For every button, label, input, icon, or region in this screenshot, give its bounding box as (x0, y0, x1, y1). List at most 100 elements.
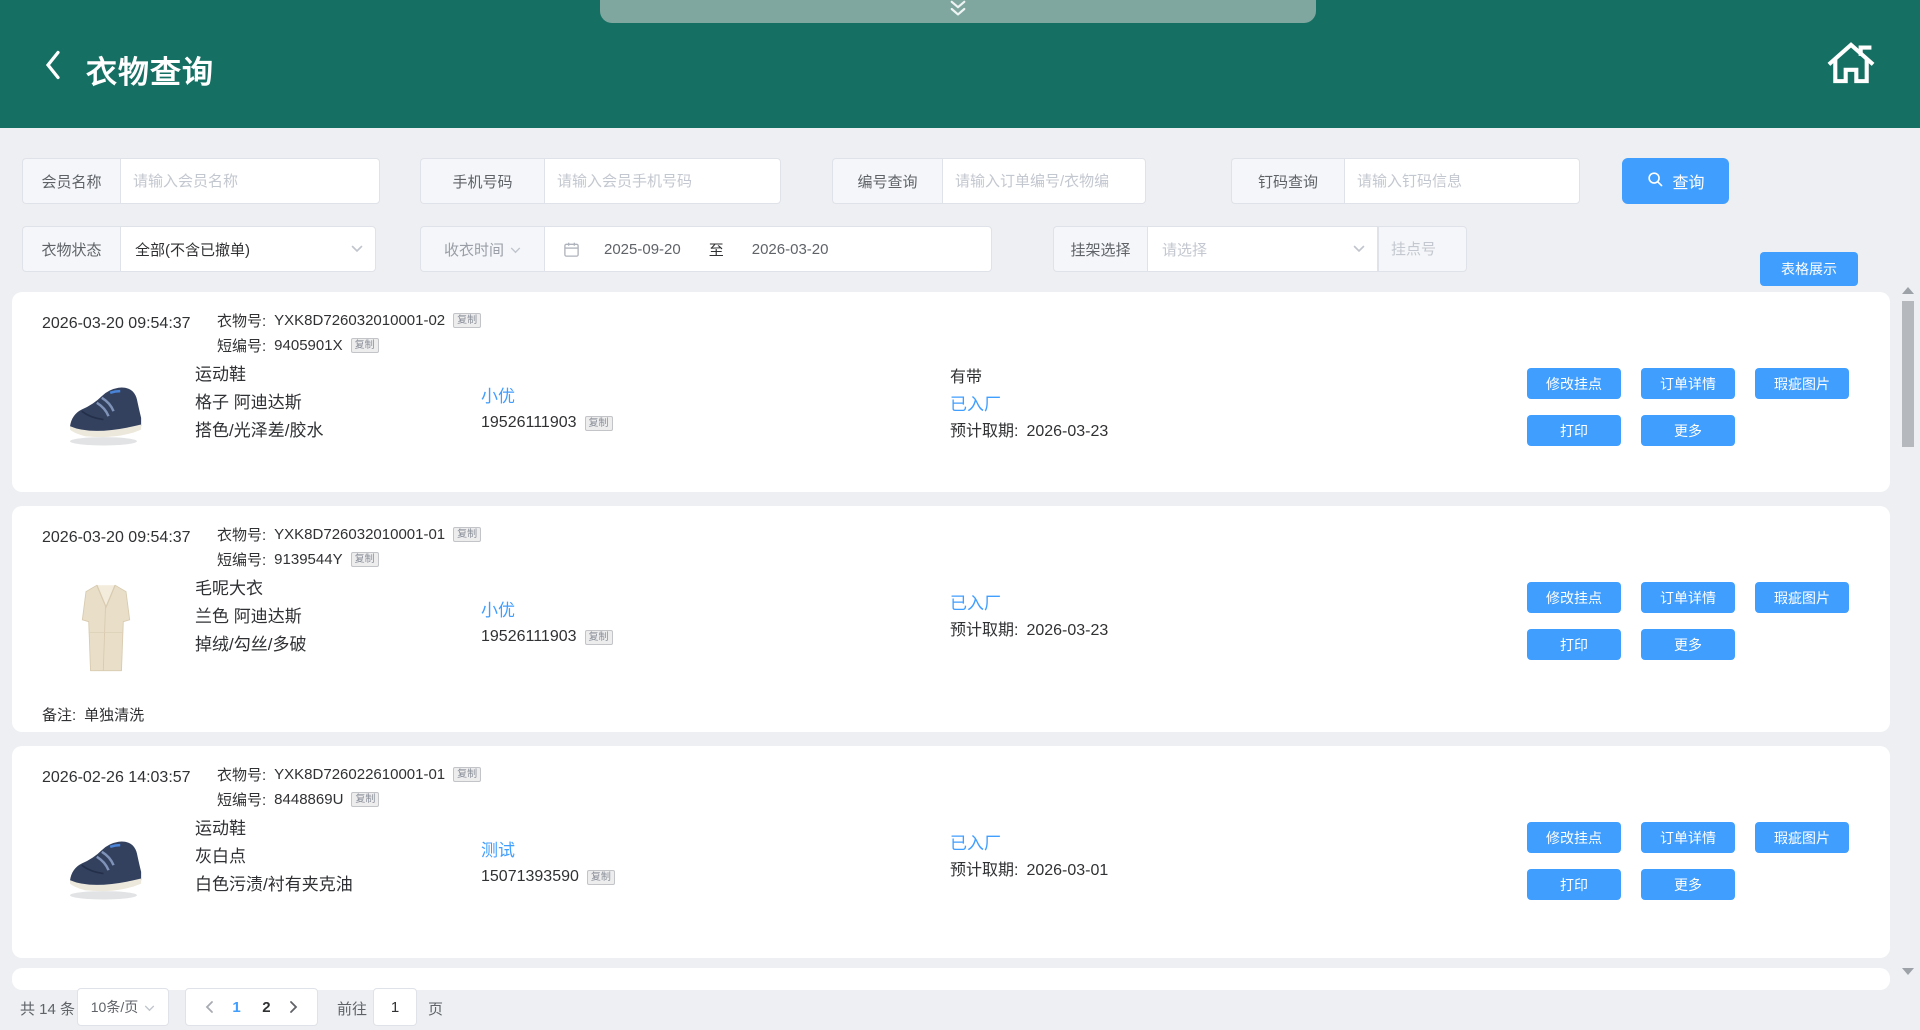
copy-button[interactable]: 复制 (585, 416, 613, 431)
table-view-button[interactable]: 表格展示 (1760, 252, 1858, 286)
more-button[interactable]: 更多 (1641, 629, 1735, 660)
order-detail-button[interactable]: 订单详情 (1641, 822, 1735, 853)
app-header: 衣物查询 (0, 0, 1920, 128)
item-tag: 有带 (950, 364, 1108, 391)
status-link[interactable]: 已入厂 (950, 590, 1108, 617)
prev-page-button[interactable] (201, 997, 217, 1017)
more-button[interactable]: 更多 (1641, 869, 1735, 900)
item-photo-sneaker[interactable] (60, 818, 152, 914)
copy-button[interactable]: 复制 (453, 313, 481, 328)
member-info: 小优 19526111903 复制 (481, 596, 613, 646)
item-flaws: 白色污渍/衬有夹克油 (195, 871, 353, 899)
status-link[interactable]: 已入厂 (950, 391, 1108, 418)
date-range-picker[interactable]: 2025-09-20 至 2026-03-20 (544, 226, 992, 272)
member-name-label: 会员名称 (22, 158, 120, 204)
member-name-link[interactable]: 小优 (481, 596, 613, 621)
flaw-images-button[interactable]: 瑕疵图片 (1755, 822, 1849, 853)
rack-select[interactable]: 请选择 (1147, 226, 1378, 272)
copy-button[interactable]: 复制 (351, 338, 379, 353)
clothing-status-value: 全部(不含已撤单) (121, 239, 351, 260)
hang-point-input[interactable] (1379, 241, 1466, 258)
item-photo-coat[interactable] (68, 578, 144, 674)
flaw-images-button[interactable]: 瑕疵图片 (1755, 582, 1849, 613)
goto-page-input[interactable] (373, 988, 417, 1026)
phone-input[interactable] (545, 173, 780, 190)
more-button[interactable]: 更多 (1641, 415, 1735, 446)
print-button[interactable]: 打印 (1527, 869, 1621, 900)
status-link[interactable]: 已入厂 (950, 830, 1108, 857)
number-query-input[interactable] (943, 173, 1145, 190)
pagination-bar: 共 14 条 10条/页 1 2 前往 页 (0, 985, 1920, 1030)
order-detail-button[interactable]: 订单详情 (1641, 582, 1735, 613)
status-info: 已入厂 预计取期: 2026-03-01 (950, 830, 1108, 884)
copy-button[interactable]: 复制 (351, 552, 379, 567)
member-name-input[interactable] (121, 173, 379, 190)
collapse-header-handle[interactable] (600, 0, 1316, 23)
pickup-label: 预计取期: (950, 857, 1018, 884)
goto-label: 前往 (337, 998, 367, 1019)
short-no-label: 短编号: (217, 335, 266, 356)
scrollbar-thumb[interactable] (1902, 301, 1914, 447)
next-page-button[interactable] (286, 997, 302, 1017)
item-name: 运动鞋 (195, 815, 353, 843)
goto-suffix: 页 (428, 998, 443, 1019)
order-detail-button[interactable]: 订单详情 (1641, 368, 1735, 399)
remark-label: 备注: (42, 704, 76, 725)
magnifier-icon (1646, 170, 1664, 193)
card-actions: 修改挂点 订单详情 瑕疵图片 打印 更多 (1527, 822, 1849, 900)
date-from-value[interactable]: 2025-09-20 (604, 241, 681, 258)
pin-query-input[interactable] (1345, 173, 1579, 190)
receive-time-label: 收衣时间 (444, 239, 504, 260)
copy-button[interactable]: 复制 (453, 527, 481, 542)
page-number-1[interactable]: 1 (226, 999, 246, 1016)
item-flaws: 搭色/光泽差/胶水 (195, 417, 323, 445)
print-button[interactable]: 打印 (1527, 629, 1621, 660)
search-button[interactable]: 查询 (1622, 158, 1729, 204)
date-separator: 至 (709, 239, 724, 260)
copy-button[interactable]: 复制 (587, 870, 615, 885)
member-phone: 15071393590 (481, 868, 579, 886)
clothing-no-label: 衣物号: (217, 764, 266, 785)
flaw-images-button[interactable]: 瑕疵图片 (1755, 368, 1849, 399)
print-button[interactable]: 打印 (1527, 415, 1621, 446)
phone-filter: 手机号码 (420, 158, 781, 204)
item-photo-sneaker[interactable] (60, 364, 152, 460)
receive-time-type-select[interactable]: 收衣时间 (420, 226, 544, 272)
clothing-list: 2026-03-20 09:54:37 衣物号: YXK8D7260320100… (12, 292, 1890, 972)
number-query-filter: 编号查询 (832, 158, 1146, 204)
phone-label: 手机号码 (420, 158, 544, 204)
member-phone: 19526111903 (481, 414, 577, 432)
clothing-no-label: 衣物号: (217, 524, 266, 545)
modify-hang-point-button[interactable]: 修改挂点 (1527, 368, 1621, 399)
short-no-value: 9139544Y (274, 551, 342, 568)
copy-button[interactable]: 复制 (585, 630, 613, 645)
page-number-2[interactable]: 2 (256, 999, 276, 1016)
modify-hang-point-button[interactable]: 修改挂点 (1527, 822, 1621, 853)
back-button[interactable] (38, 46, 68, 84)
clothing-status-filter: 衣物状态 全部(不含已撤单) (22, 226, 376, 272)
page-size-value: 10条/页 (91, 997, 138, 1017)
member-info: 测试 15071393590 复制 (481, 836, 615, 886)
receive-datetime: 2026-02-26 14:03:57 (42, 762, 217, 812)
total-count: 共 14 条 (20, 998, 75, 1019)
short-no-label: 短编号: (217, 789, 266, 810)
copy-button[interactable]: 复制 (351, 792, 379, 807)
date-to-value[interactable]: 2026-03-20 (752, 241, 829, 258)
home-button[interactable] (1822, 34, 1880, 92)
item-description: 运动鞋 格子 阿迪达斯 搭色/光泽差/胶水 (195, 361, 323, 445)
receive-datetime: 2026-03-20 09:54:37 (42, 308, 217, 358)
modify-hang-point-button[interactable]: 修改挂点 (1527, 582, 1621, 613)
pager: 1 2 (185, 988, 318, 1026)
clothing-card: 2026-03-20 09:54:37 衣物号: YXK8D7260320100… (12, 506, 1890, 732)
short-no-label: 短编号: (217, 549, 266, 570)
pin-query-filter: 钉码查询 (1231, 158, 1580, 204)
copy-button[interactable]: 复制 (453, 767, 481, 782)
clothing-status-select[interactable]: 全部(不含已撤单) (120, 226, 376, 272)
item-description: 毛呢大衣 兰色 阿迪达斯 掉绒/勾丝/多破 (195, 575, 306, 659)
rack-filter: 挂架选择 请选择 (1053, 226, 1467, 272)
scroll-up-arrow[interactable] (1902, 287, 1914, 294)
page-size-select[interactable]: 10条/页 (77, 988, 169, 1026)
member-name-link[interactable]: 测试 (481, 836, 615, 861)
scroll-down-arrow[interactable] (1902, 968, 1914, 975)
member-name-link[interactable]: 小优 (481, 382, 613, 407)
